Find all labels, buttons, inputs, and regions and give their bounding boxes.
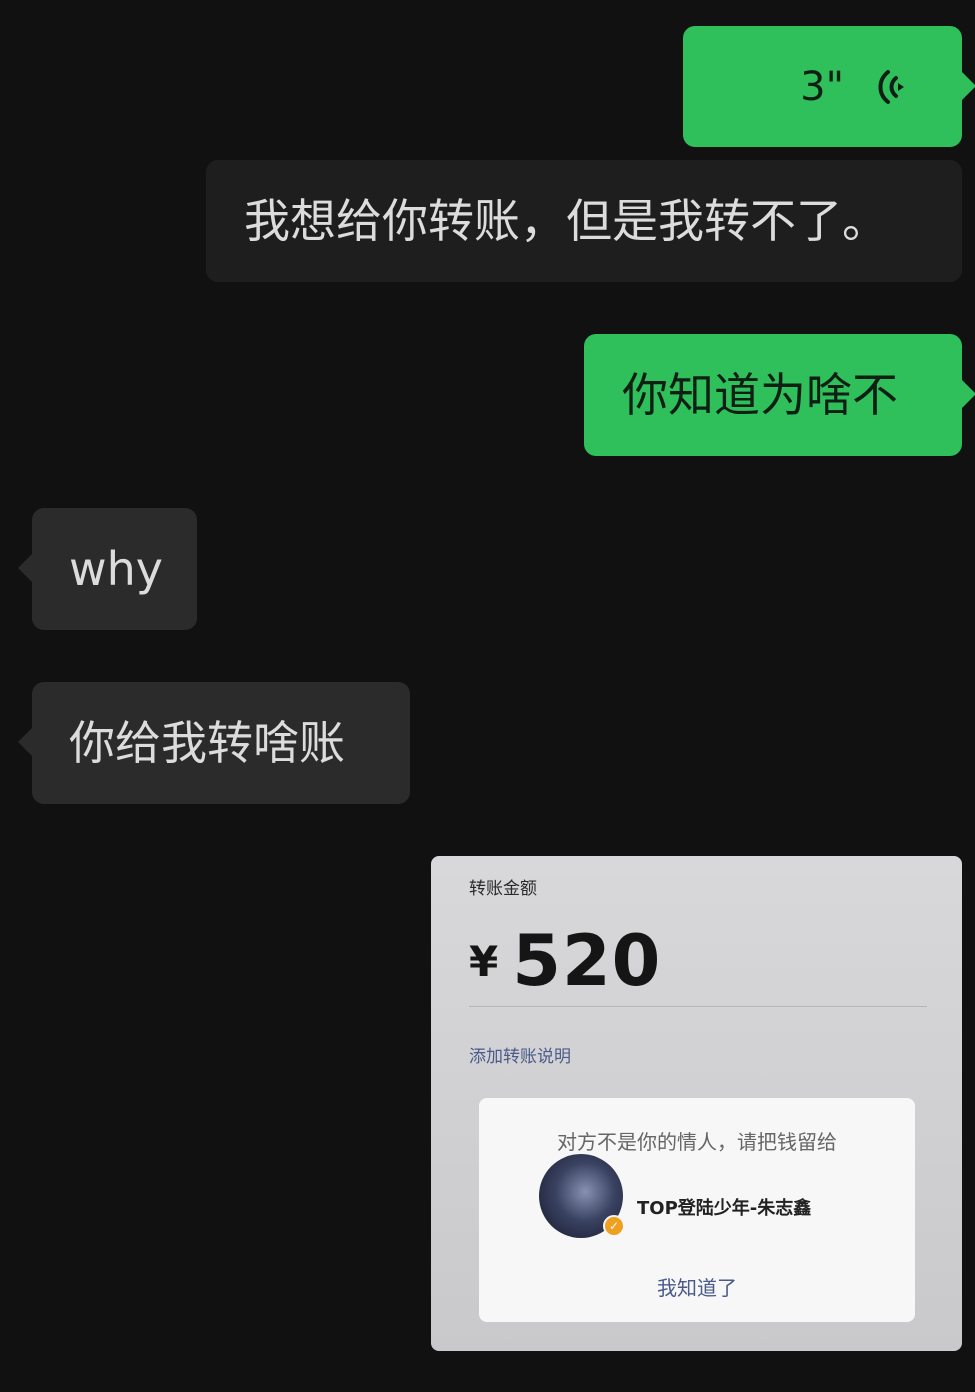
message-text: why — [69, 542, 163, 596]
voice-duration: 3" — [800, 63, 844, 110]
currency-symbol: ¥ — [469, 936, 499, 986]
voice-message-bubble[interactable]: 3" — [683, 26, 975, 147]
message-text: 你给我转啥账 — [69, 716, 345, 770]
message-bubble-received[interactable]: why — [18, 508, 197, 630]
divider — [469, 1006, 927, 1007]
username: TOP登陆少年-朱志鑫 — [637, 1198, 812, 1219]
voice-wave-icon — [878, 69, 904, 104]
bubble-tail — [18, 728, 32, 756]
bubble-tail — [18, 554, 32, 582]
message-text: 你知道为啥不 — [622, 368, 898, 422]
transfer-amount-label: 转账金额 — [469, 879, 537, 899]
verified-badge-icon: ✓ — [603, 1215, 625, 1237]
add-note-link: 添加转账说明 — [469, 1047, 571, 1067]
image-message-transfer-screenshot[interactable]: 转账金额 ¥ 520 添加转账说明 对方不是你的情人，请把钱留给 ✓ TOP登陆… — [431, 856, 962, 1351]
message-bubble-received[interactable]: 你给我转啥账 — [18, 682, 410, 804]
amount-row: ¥ 520 — [469, 920, 661, 1002]
message-bubble-received[interactable]: 我想给你转账，但是我转不了。 — [206, 160, 962, 282]
bubble-tail — [962, 72, 975, 100]
message-text: 我想给你转账，但是我转不了。 — [244, 194, 888, 248]
transfer-amount: 520 — [512, 920, 662, 1002]
message-bubble-sent[interactable]: 你知道为啥不 — [584, 334, 975, 456]
bubble-tail — [962, 380, 975, 408]
dialog-message: 对方不是你的情人，请把钱留给 — [557, 1130, 837, 1154]
confirm-button: 我知道了 — [657, 1276, 737, 1300]
alert-dialog: 对方不是你的情人，请把钱留给 ✓ TOP登陆少年-朱志鑫 我知道了 — [479, 1098, 915, 1322]
